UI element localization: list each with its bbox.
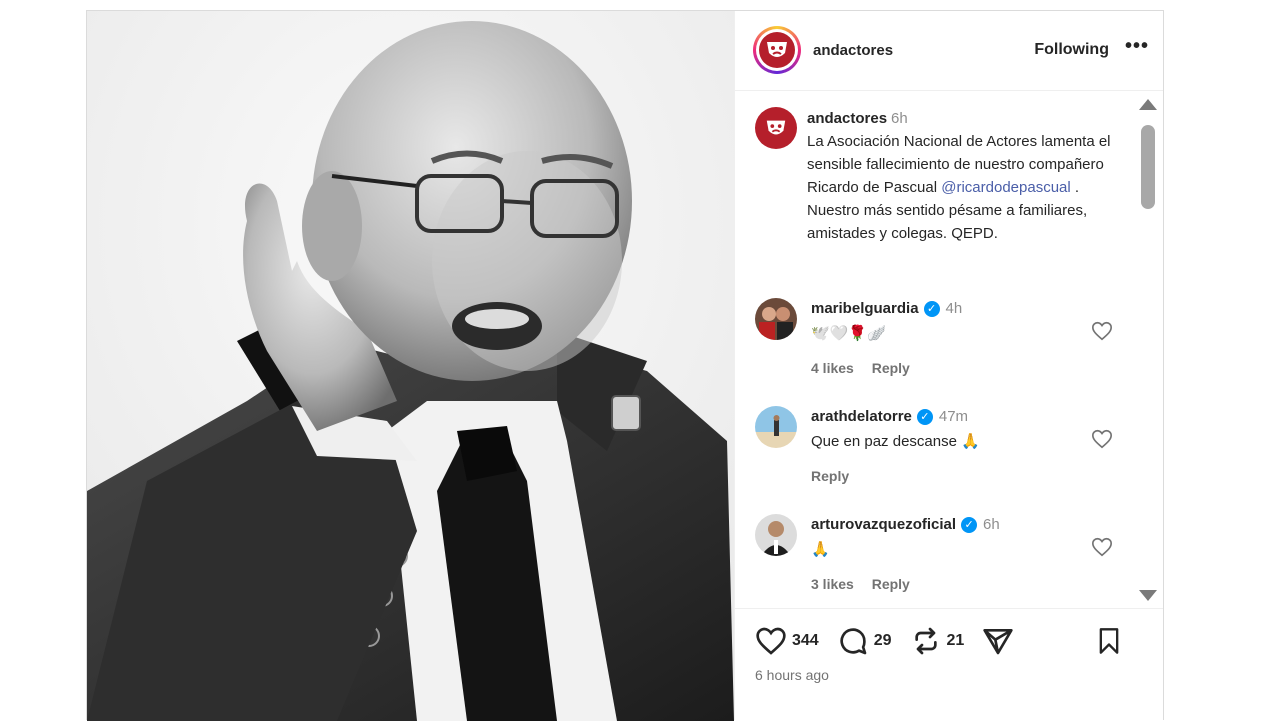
scroll-up-arrow-icon[interactable] bbox=[1139, 98, 1157, 110]
comment-text: 🕊️🤍🌹🪽 bbox=[811, 324, 886, 342]
comment-item: arturovazquezoficial ✓ 6h 🙏 3 likes Repl… bbox=[755, 513, 1123, 592]
comments-feed[interactable]: andactores 6h La Asociación Nacional de A… bbox=[735, 91, 1163, 608]
comment-time: 47m bbox=[938, 408, 969, 426]
post-photo[interactable] bbox=[87, 11, 734, 721]
send-icon bbox=[983, 629, 1013, 655]
caption: andactores 6h La Asociación Nacional de A… bbox=[755, 106, 1123, 245]
like-comment-heart-icon[interactable] bbox=[1091, 428, 1113, 450]
caption-avatar[interactable] bbox=[755, 106, 797, 149]
reply-button[interactable]: Reply bbox=[811, 468, 849, 484]
caption-mention-link[interactable]: @ricardodepascual bbox=[941, 179, 1070, 196]
heart-icon bbox=[756, 627, 786, 655]
comment-bubble-icon bbox=[840, 628, 867, 655]
like-comment-heart-icon[interactable] bbox=[1091, 536, 1113, 558]
story-ring-avatar[interactable] bbox=[753, 26, 801, 75]
avatar[interactable] bbox=[755, 297, 797, 340]
reply-button[interactable]: Reply bbox=[872, 360, 910, 376]
comment-username[interactable]: arathdelatorre bbox=[811, 408, 912, 425]
share-button[interactable] bbox=[982, 625, 1014, 657]
header-username[interactable]: andactores bbox=[813, 42, 893, 59]
comment-count: 29 bbox=[873, 632, 892, 650]
reply-button[interactable]: Reply bbox=[872, 576, 910, 592]
like-comment-heart-icon[interactable] bbox=[1091, 320, 1113, 342]
scrollbar-thumb[interactable] bbox=[1141, 124, 1155, 209]
scrollbar[interactable] bbox=[1139, 98, 1157, 601]
more-options-icon[interactable]: ••• bbox=[1125, 36, 1149, 59]
verified-icon: ✓ bbox=[916, 408, 933, 425]
following-button[interactable]: Following bbox=[1034, 41, 1109, 59]
caption-time: 6h bbox=[891, 109, 908, 127]
instagram-post: andactores Following ••• andactores 6h La… bbox=[86, 10, 1164, 721]
repost-icon bbox=[914, 627, 937, 655]
verified-icon: ✓ bbox=[961, 516, 978, 533]
repost-count: 21 bbox=[946, 632, 965, 650]
comment-likes[interactable]: 3 likes bbox=[811, 576, 854, 592]
comment-time: 4h bbox=[945, 300, 963, 318]
comment-text: Que en paz descanse 🙏 bbox=[811, 432, 980, 450]
like-button[interactable]: 344 bbox=[755, 625, 819, 657]
comment-time: 6h bbox=[983, 516, 1000, 534]
comment-username[interactable]: maribelguardia bbox=[811, 300, 919, 317]
post-timestamp[interactable]: 6 hours ago bbox=[755, 667, 829, 683]
repost-button[interactable]: 21 bbox=[910, 625, 965, 657]
portrait-image bbox=[87, 11, 734, 721]
comment-username[interactable]: arturovazquezoficial bbox=[811, 516, 956, 533]
caption-username[interactable]: andactores bbox=[807, 110, 887, 127]
avatar[interactable] bbox=[755, 513, 797, 556]
post-header: andactores Following ••• bbox=[735, 11, 1163, 91]
action-bar: 344 29 21 6 hours ago bbox=[735, 608, 1163, 720]
andactores-logo-icon bbox=[766, 120, 786, 135]
save-button[interactable] bbox=[1095, 626, 1123, 656]
avatar[interactable] bbox=[755, 405, 797, 448]
scroll-down-arrow-icon[interactable] bbox=[1139, 589, 1157, 601]
comment-text: 🙏 bbox=[811, 540, 830, 558]
caption-text: andactores 6h La Asociación Nacional de A… bbox=[807, 107, 1123, 245]
comment-likes[interactable]: 4 likes bbox=[811, 360, 854, 376]
comment-button[interactable]: 29 bbox=[837, 625, 892, 657]
andactores-logo-icon bbox=[759, 32, 795, 69]
comment-item: maribelguardia ✓ 4h 🕊️🤍🌹🪽 4 likes Reply bbox=[755, 297, 1123, 376]
side-panel: andactores Following ••• andactores 6h La… bbox=[734, 11, 1163, 720]
verified-icon: ✓ bbox=[923, 300, 940, 317]
bookmark-icon bbox=[1099, 628, 1119, 654]
comment-item: arathdelatorre ✓ 47m Que en paz descanse… bbox=[755, 405, 1123, 484]
like-count: 344 bbox=[792, 632, 819, 650]
